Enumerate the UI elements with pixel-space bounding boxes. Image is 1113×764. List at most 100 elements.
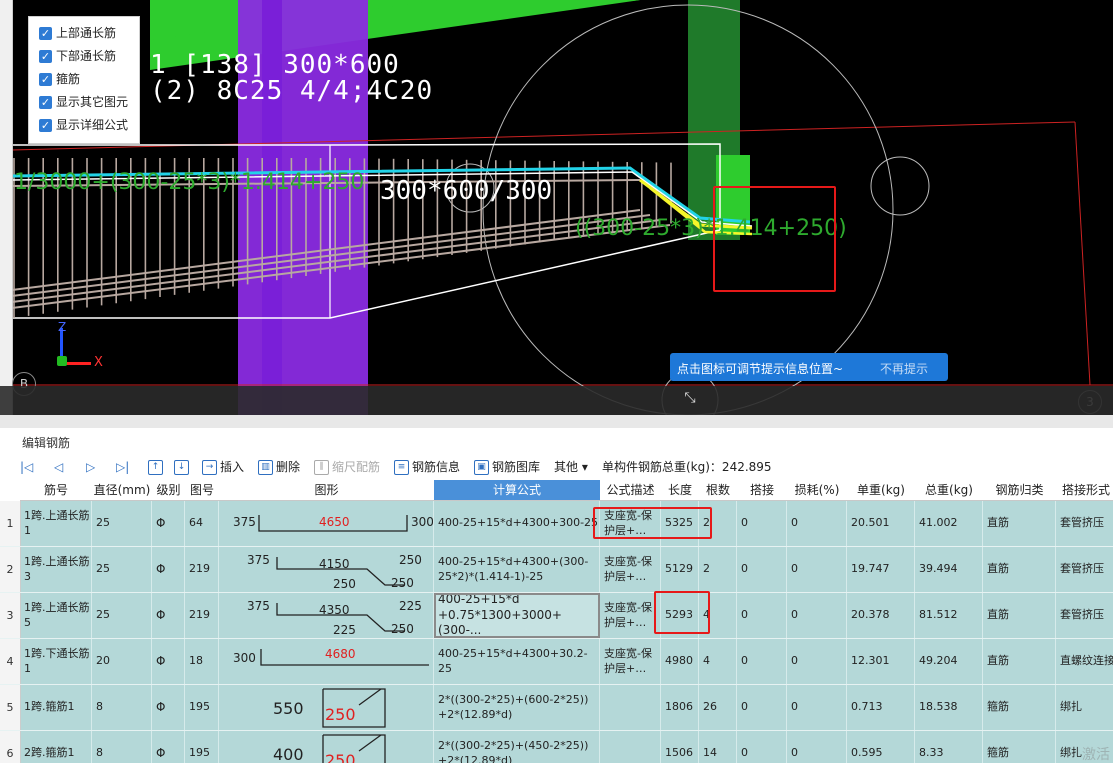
col-header[interactable]: 根数	[699, 480, 737, 501]
cell-desc[interactable]: 支座宽-保护层+…	[600, 501, 661, 546]
col-header[interactable]: 损耗(%)	[787, 480, 847, 501]
col-header[interactable]: 筋号	[20, 480, 92, 501]
cell-shape[interactable]: 550 250	[219, 685, 434, 730]
cell-lap-type[interactable]: 套管挤压	[1056, 501, 1113, 546]
cell-unit-w[interactable]: 0.713	[847, 685, 915, 730]
cell-lap[interactable]: 0	[737, 685, 787, 730]
cell-loss[interactable]: 0	[787, 593, 847, 638]
cell-formula[interactable]: 400-25+15*d+4300+(300-25*2)*(1.414-1)-25	[434, 547, 600, 592]
cell-cat[interactable]: 直筋	[983, 593, 1056, 638]
cell-len[interactable]: 1506	[661, 731, 699, 763]
cell-lap[interactable]: 0	[737, 547, 787, 592]
cell-total-w[interactable]: 18.538	[915, 685, 983, 730]
cell-total-w[interactable]: 49.204	[915, 639, 983, 684]
checkbox-icon[interactable]: ✓	[39, 27, 52, 40]
row-number[interactable]: 4	[0, 639, 21, 684]
cell-count[interactable]: 4	[699, 593, 737, 638]
cell-total-w[interactable]: 41.002	[915, 501, 983, 546]
row-number[interactable]: 2	[0, 547, 21, 592]
cell-total-w[interactable]: 8.33	[915, 731, 983, 763]
cell-cat[interactable]: 箍筋	[983, 685, 1056, 730]
cell-loss[interactable]: 0	[787, 685, 847, 730]
collapse-icon[interactable]: ⤡	[680, 390, 700, 410]
cell-name[interactable]: 1跨.箍筋1	[20, 685, 92, 730]
cell-name[interactable]: 2跨.箍筋1	[20, 731, 92, 763]
cell-grade[interactable]: Φ	[152, 501, 185, 546]
legend-item-other[interactable]: ✓ 显示其它图元	[39, 93, 128, 111]
cell-shape[interactable]: 375 4150 250 250 250	[219, 547, 434, 592]
cell-fig[interactable]: 219	[185, 593, 219, 638]
cell-len[interactable]: 5129	[661, 547, 699, 592]
cell-shape[interactable]: 400 250	[219, 731, 434, 763]
table-row[interactable]: 3 1跨.上通长筋5 25 Φ 219 375 4350 225 225 250 400-25+15…	[0, 593, 1113, 639]
col-header[interactable]: 图号	[185, 480, 219, 501]
cell-dia[interactable]: 25	[92, 547, 152, 592]
last-icon[interactable]: ▷|	[116, 456, 129, 478]
cell-dia[interactable]: 20	[92, 639, 152, 684]
cell-loss[interactable]: 0	[787, 639, 847, 684]
insert-button[interactable]: → 插入	[202, 456, 244, 478]
cell-unit-w[interactable]: 0.595	[847, 731, 915, 763]
checkbox-icon[interactable]: ✓	[39, 119, 52, 132]
cell-desc[interactable]: 支座宽-保护层+…	[600, 639, 661, 684]
checkbox-icon[interactable]: ✓	[39, 96, 52, 109]
cell-grade[interactable]: Φ	[152, 593, 185, 638]
axis-gizmo[interactable]: Z X	[52, 320, 112, 372]
rebar-library-button[interactable]: ▣ 钢筋图库	[474, 456, 540, 478]
cell-cat[interactable]: 直筋	[983, 547, 1056, 592]
cell-count[interactable]: 4	[699, 639, 737, 684]
cell-fig[interactable]: 195	[185, 731, 219, 763]
col-header[interactable]: 钢筋归类	[983, 480, 1056, 501]
col-header[interactable]: 搭接形式	[1056, 480, 1113, 501]
legend-item-top-bar[interactable]: ✓ 上部通长筋	[39, 24, 116, 42]
cell-lap[interactable]: 0	[737, 731, 787, 763]
legend-item-stirrup[interactable]: ✓ 箍筋	[39, 70, 80, 88]
move-up-icon[interactable]: ↑	[148, 456, 166, 478]
cell-loss[interactable]: 0	[787, 501, 847, 546]
cell-fig[interactable]: 64	[185, 501, 219, 546]
cell-formula[interactable]: 2*((300-2*25)+(600-2*25)) +2*(12.89*d)	[434, 685, 600, 730]
cell-dia[interactable]: 25	[92, 501, 152, 546]
rebar-info-button[interactable]: ≡ 钢筋信息	[394, 456, 460, 478]
cell-unit-w[interactable]: 20.378	[847, 593, 915, 638]
cell-fig[interactable]: 195	[185, 685, 219, 730]
cell-unit-w[interactable]: 20.501	[847, 501, 915, 546]
col-header[interactable]: 图形	[219, 480, 434, 501]
cell-count[interactable]: 14	[699, 731, 737, 763]
cell-unit-w[interactable]: 19.747	[847, 547, 915, 592]
splitter[interactable]	[0, 415, 1113, 428]
next-icon[interactable]: ▷	[86, 456, 95, 478]
col-header[interactable]: 直径(mm)	[92, 480, 152, 501]
cell-lap-type[interactable]: 套管挤压	[1056, 547, 1113, 592]
row-number[interactable]: 3	[0, 593, 21, 638]
cell-total-w[interactable]: 81.512	[915, 593, 983, 638]
legend-item-formula[interactable]: ✓ 显示详细公式	[39, 116, 128, 134]
cell-name[interactable]: 1跨.上通长筋5	[20, 593, 92, 638]
cell-desc[interactable]	[600, 731, 661, 763]
cell-desc[interactable]: 支座宽-保护层+…	[600, 547, 661, 592]
col-header[interactable]: 级别	[152, 480, 185, 501]
row-number[interactable]: 5	[0, 685, 21, 730]
cell-count[interactable]: 2	[699, 501, 737, 546]
cell-name[interactable]: 1跨.下通长筋1	[20, 639, 92, 684]
col-header[interactable]: 单重(kg)	[847, 480, 915, 501]
table-row[interactable]: 5 1跨.箍筋1 8 Φ 195 550 250 2*((300-2*25)+(600-2*2…	[0, 685, 1113, 731]
table-row[interactable]: 4 1跨.下通长筋1 20 Φ 18 300 4680 400-25+15*d+4300+30…	[0, 639, 1113, 685]
delete-button[interactable]: ▥ 删除	[258, 456, 300, 478]
row-number[interactable]: 1	[0, 501, 21, 546]
cell-formula[interactable]: 400-25+15*d+4300+300-25	[434, 501, 600, 546]
col-header[interactable]: 搭接	[737, 480, 787, 501]
cell-grade[interactable]: Φ	[152, 547, 185, 592]
col-header[interactable]: 总重(kg)	[915, 480, 983, 501]
cell-lap[interactable]: 0	[737, 639, 787, 684]
table-row[interactable]: 2 1跨.上通长筋3 25 Φ 219 375 4150 250 250 250 400-25+15…	[0, 547, 1113, 593]
cell-dia[interactable]: 8	[92, 685, 152, 730]
cell-desc[interactable]	[600, 685, 661, 730]
cell-len[interactable]: 4980	[661, 639, 699, 684]
cell-cat[interactable]: 直筋	[983, 501, 1056, 546]
cell-dia[interactable]: 25	[92, 593, 152, 638]
cell-grade[interactable]: Φ	[152, 639, 185, 684]
cell-count[interactable]: 2	[699, 547, 737, 592]
cell-lap[interactable]: 0	[737, 593, 787, 638]
cell-lap[interactable]: 0	[737, 501, 787, 546]
